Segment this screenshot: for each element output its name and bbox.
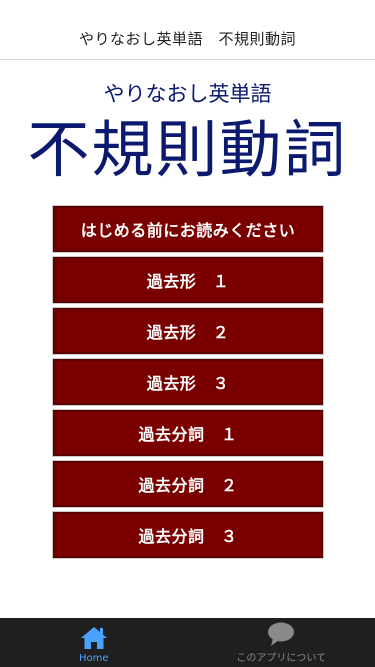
navigation-bar: やりなおし英単語 不規則動詞 [0,0,375,60]
past-participle-2-button[interactable]: 過去分詞 ２ [52,460,324,508]
tab-about-label: このアプリについて [236,653,327,664]
past-participle-3-button[interactable]: 過去分詞 ３ [52,511,324,559]
tab-bar: Home このアプリについて [0,618,375,667]
past-participle-1-button[interactable]: 過去分詞 １ [52,409,324,457]
past-tense-1-button[interactable]: 過去形 １ [52,256,324,304]
past-tense-3-button[interactable]: 過去形 ３ [52,358,324,406]
speech-bubble-icon [268,622,295,646]
tab-home[interactable]: Home [0,618,188,667]
nav-title: やりなおし英単語 不規則動詞 [78,30,296,48]
read-first-button[interactable]: はじめる前にお読みください [52,205,324,253]
tab-home-label: Home [78,653,109,664]
app-subtitle: やりなおし英単語 [103,82,272,106]
home-icon [80,627,107,649]
tab-about[interactable]: このアプリについて [188,618,375,667]
menu-list: はじめる前にお読みください 過去形 １ 過去形 ２ 過去形 ３ 過去分詞 １ 過… [52,205,324,563]
app-title: 不規則動詞 [27,113,348,186]
past-tense-2-button[interactable]: 過去形 ２ [52,307,324,355]
